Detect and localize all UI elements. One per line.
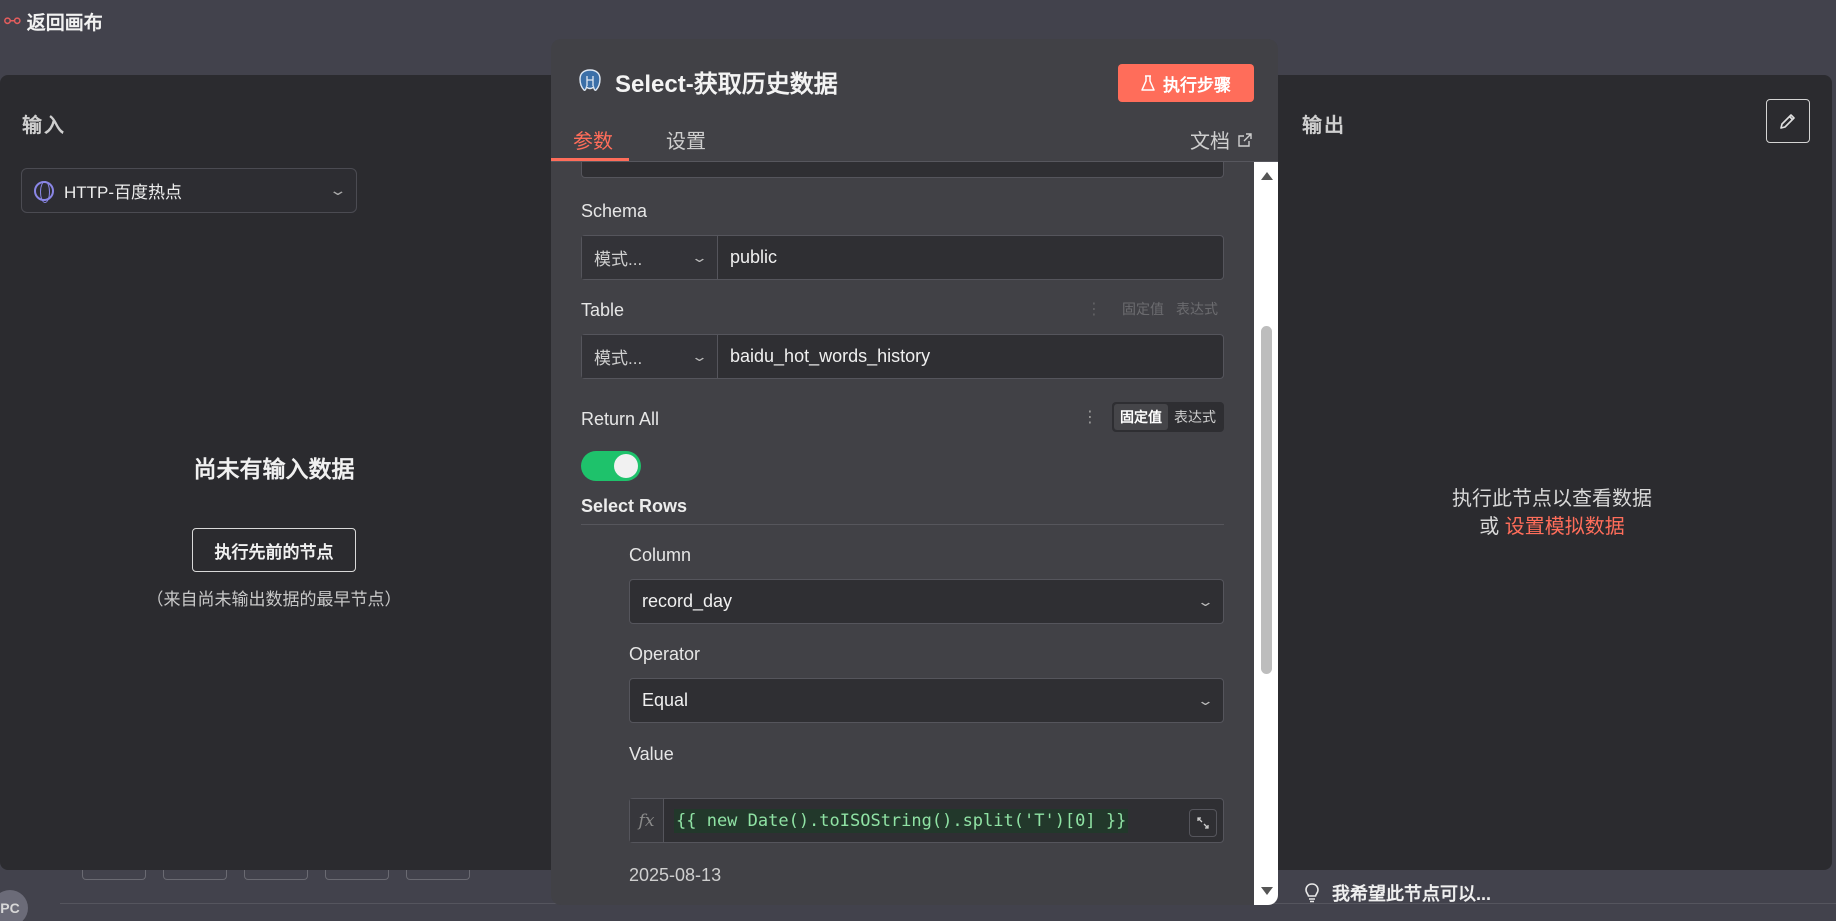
table-fixed-expression-switch[interactable]: ⋮ 固定值 表达式 xyxy=(1086,295,1224,323)
modal-title-text: Select-获取历史数据 xyxy=(615,71,838,98)
output-message-or: 或 xyxy=(1479,516,1500,538)
run-previous-nodes-button[interactable]: 执行先前的节点 xyxy=(192,528,356,572)
parameters-scrollbar[interactable] xyxy=(1254,162,1278,905)
table-label: Table xyxy=(581,300,625,320)
chevron-down-icon: ⌄ xyxy=(328,182,348,198)
chevron-down-icon: ⌄ xyxy=(690,249,709,265)
table-mode-select[interactable]: 模式... ⌄ xyxy=(582,335,718,378)
execute-step-label: 执行步骤 xyxy=(1163,75,1231,95)
docs-link[interactable]: 文档 xyxy=(1190,125,1252,154)
postgres-icon xyxy=(579,68,601,91)
operator-select[interactable]: Equal ⌄ xyxy=(629,678,1224,723)
node-settings-modal: Select-获取历史数据 执行步骤 参数 设置 文档 Schema 模式...… xyxy=(551,39,1278,905)
input-node-select[interactable]: HTTP-百度热点 ⌄ xyxy=(21,168,357,213)
docs-label: 文档 xyxy=(1190,131,1230,153)
chevron-down-icon: ⌄ xyxy=(1196,593,1215,609)
return-all-label: Return All xyxy=(581,409,660,429)
input-panel: 输入 HTTP-百度热点 ⌄ 尚未有输入数据 执行先前的节点 （来自尚未输出数据… xyxy=(0,75,560,870)
schema-input-group: 模式... ⌄ public xyxy=(581,235,1224,280)
select-rows-title: Select Rows xyxy=(581,496,688,516)
edit-output-button[interactable] xyxy=(1766,99,1810,143)
schema-mode-value: 模式... xyxy=(594,250,643,269)
flask-icon xyxy=(1141,74,1155,91)
modal-tabs: 参数 设置 文档 xyxy=(551,119,1278,162)
schema-mode-select[interactable]: 模式... ⌄ xyxy=(582,236,718,279)
empty-input-hint: （来自尚未输出数据的最早节点） xyxy=(146,590,402,609)
set-mock-data-link[interactable]: 设置模拟数据 xyxy=(1505,516,1625,538)
operator-select-value: Equal xyxy=(642,690,689,710)
output-message-line: 执行此节点以查看数据 xyxy=(1452,488,1652,510)
empty-input-title: 尚未有输入数据 xyxy=(193,456,355,482)
output-panel: 输出 执行此节点以查看数据 或 设置模拟数据 xyxy=(1266,75,1832,870)
output-empty-message: 执行此节点以查看数据 或 设置模拟数据 xyxy=(1266,485,1836,541)
parameters-scroll-area: Schema 模式... ⌄ public Table ⋮ 固定值 表达式 模式… xyxy=(551,162,1254,905)
execute-step-button[interactable]: 执行步骤 xyxy=(1118,64,1254,102)
expand-editor-button[interactable] xyxy=(1189,809,1217,837)
value-label: Value xyxy=(629,744,674,764)
chevron-down-icon: ⌄ xyxy=(690,348,709,364)
expression-option[interactable]: 表达式 xyxy=(1168,404,1222,430)
pencil-icon xyxy=(1780,114,1795,129)
operator-label: Operator xyxy=(629,644,701,664)
tab-parameters[interactable]: 参数 xyxy=(573,125,613,154)
schema-value-input[interactable]: public xyxy=(718,236,789,279)
workflow-icon: ⚯ xyxy=(4,11,21,33)
scrollbar-thumb[interactable] xyxy=(1261,326,1272,674)
schema-label: Schema xyxy=(581,201,648,221)
table-input-group: 模式... ⌄ baidu_hot_words_history xyxy=(581,334,1224,379)
scroll-up-arrow[interactable] xyxy=(1261,172,1273,180)
scroll-down-arrow[interactable] xyxy=(1261,887,1273,895)
section-divider xyxy=(581,524,1224,525)
modal-header: Select-获取历史数据 执行步骤 参数 设置 文档 xyxy=(551,39,1278,162)
tab-settings[interactable]: 设置 xyxy=(666,125,706,154)
column-label: Column xyxy=(629,545,692,565)
expression-option[interactable]: 表达式 xyxy=(1170,296,1224,322)
active-tab-indicator xyxy=(551,158,629,161)
more-options-icon: ⋮ xyxy=(1082,409,1098,426)
chevron-down-icon: ⌄ xyxy=(1196,692,1215,708)
fx-icon: fx xyxy=(630,799,664,842)
column-select-value: record_day xyxy=(642,591,733,611)
back-to-canvas-link[interactable]: ⚯ 返回画布 xyxy=(4,8,103,35)
table-value-input[interactable]: baidu_hot_words_history xyxy=(718,335,942,378)
table-mode-value: 模式... xyxy=(594,349,643,368)
fixed-value-option[interactable]: 固定值 xyxy=(1116,296,1170,322)
globe-icon xyxy=(34,180,54,203)
previous-field-input[interactable] xyxy=(581,162,1224,178)
output-panel-title: 输出 xyxy=(1302,115,1346,137)
value-expression-input[interactable]: fx {{ new Date().toISOString().split('T'… xyxy=(629,798,1224,843)
expand-icon xyxy=(1197,817,1209,829)
modal-title: Select-获取历史数据 xyxy=(577,64,838,99)
fixed-value-option[interactable]: 固定值 xyxy=(1114,404,1168,430)
external-link-icon xyxy=(1238,132,1252,147)
input-node-select-value: HTTP-百度热点 xyxy=(64,183,183,202)
node-wish-label: 我希望此节点可以... xyxy=(1332,884,1492,904)
back-to-canvas-label: 返回画布 xyxy=(26,13,103,34)
column-select[interactable]: record_day ⌄ xyxy=(629,579,1224,624)
return-all-toggle[interactable] xyxy=(581,451,641,481)
node-wish-prompt[interactable]: 我希望此节点可以... xyxy=(1304,880,1491,906)
input-panel-title: 输入 xyxy=(22,115,66,137)
value-expression-code[interactable]: {{ new Date().toISOString().split('T')[0… xyxy=(674,808,1129,833)
lightbulb-icon xyxy=(1305,883,1319,903)
more-options-icon: ⋮ xyxy=(1086,301,1102,318)
return-all-fixed-expression-switch[interactable]: ⋮ 固定值 表达式 xyxy=(1082,402,1224,432)
value-expression-result: 2025-08-13 xyxy=(629,865,722,885)
